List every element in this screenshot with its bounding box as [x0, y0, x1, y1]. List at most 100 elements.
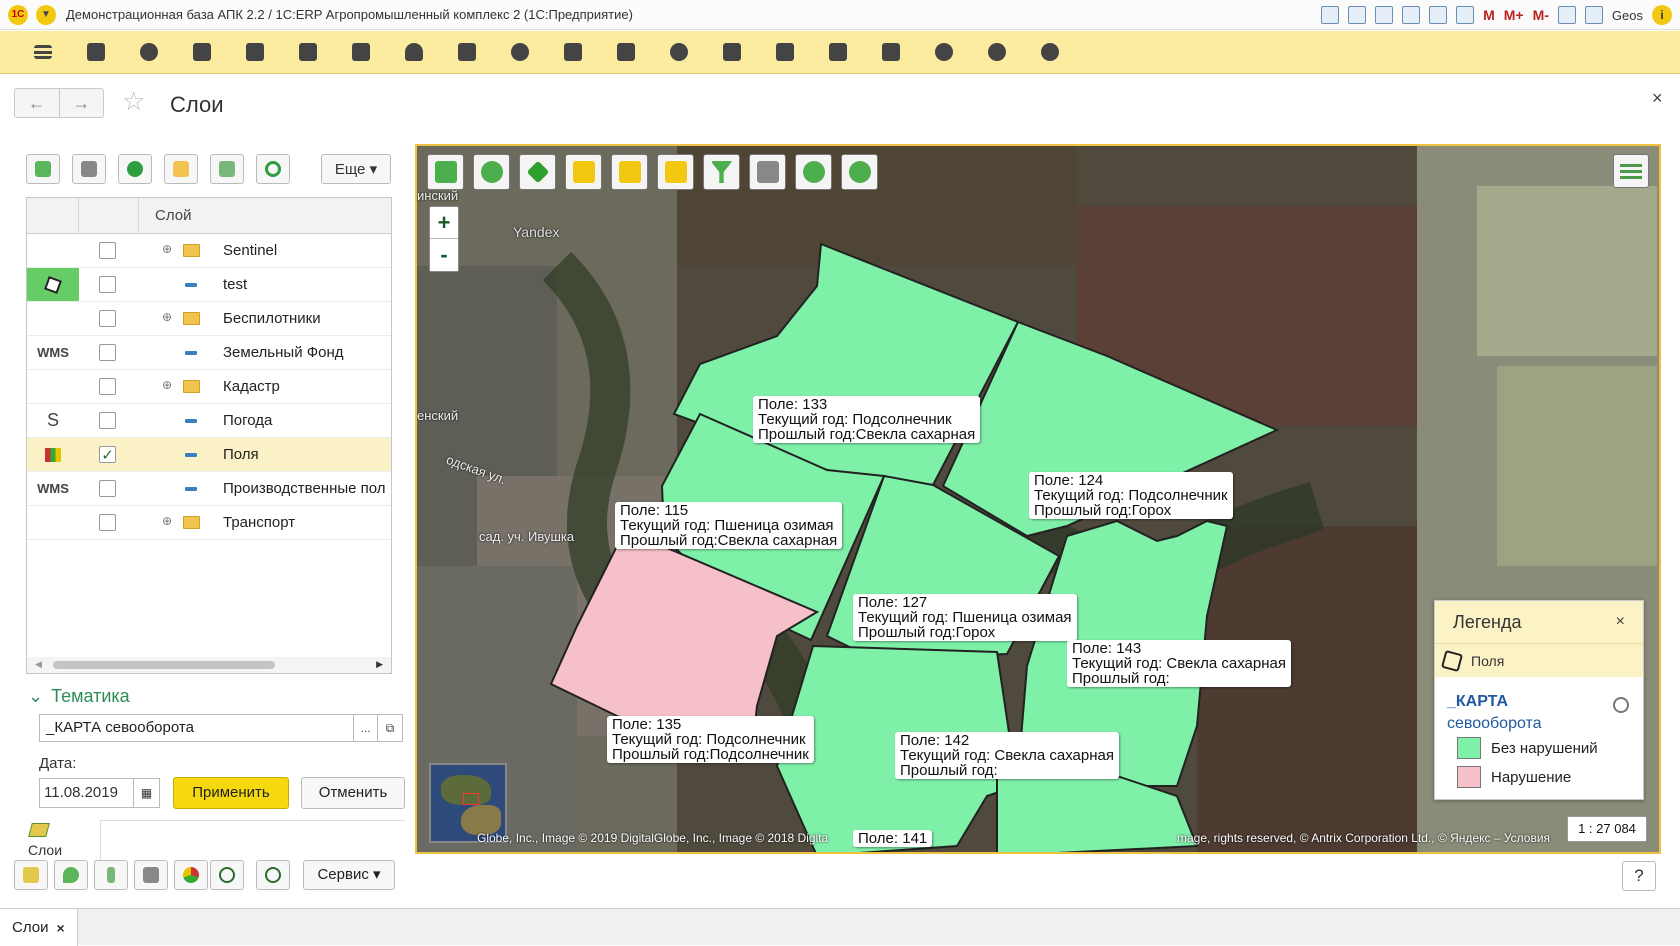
tracks-tab-button[interactable]	[94, 860, 128, 890]
expand-icon[interactable]: ⊕	[161, 311, 173, 324]
row-checkbox[interactable]	[99, 514, 116, 531]
save-icon[interactable]	[1321, 6, 1340, 24]
tree-row[interactable]: ⊕ Беспилотники	[27, 302, 391, 336]
section-14[interactable]	[758, 32, 811, 72]
scroll-right-icon[interactable]: ▶	[376, 659, 383, 670]
window-icon[interactable]	[1584, 6, 1603, 24]
info-icon[interactable]: i	[1652, 5, 1672, 25]
tree-row[interactable]: ⊕ Кадастр	[27, 370, 391, 404]
back-arrow-icon[interactable]: ←	[15, 89, 60, 117]
date-field[interactable]: 11.08.2019	[39, 778, 134, 808]
zoom-in-button[interactable]: +	[430, 207, 458, 239]
export-button[interactable]	[210, 154, 244, 184]
calendar-icon[interactable]: ▦	[134, 778, 160, 808]
forward-arrow-icon[interactable]: →	[60, 89, 104, 117]
favorite-star-icon[interactable]: ☆	[122, 86, 145, 117]
attach-icon[interactable]	[1402, 6, 1421, 24]
more-button[interactable]: Еще ▾	[321, 154, 391, 184]
column-header-layer[interactable]: Слой	[139, 198, 191, 233]
tree-row[interactable]: ⊕ Sentinel	[27, 234, 391, 268]
measure-area-button[interactable]	[611, 154, 648, 190]
row-checkbox[interactable]	[99, 242, 116, 259]
pan-button[interactable]	[519, 154, 556, 190]
select-button[interactable]	[749, 154, 786, 190]
layers-tree[interactable]: Слой ⊕ Sentinel test ⊕ Беспилотники WMS	[26, 197, 392, 674]
section-13[interactable]	[705, 32, 758, 72]
search-button[interactable]	[210, 860, 244, 890]
tree-row[interactable]: WMS Производственные пол	[27, 472, 391, 506]
tree-row[interactable]: ⊕ Транспорт	[27, 506, 391, 540]
row-checkbox[interactable]	[99, 378, 116, 395]
close-tab-icon[interactable]: ×	[56, 920, 64, 936]
expand-icon[interactable]: ⊕	[161, 379, 173, 392]
layers-mini-panel[interactable]: Слои	[14, 820, 100, 864]
home-button[interactable]	[427, 154, 464, 190]
current-user[interactable]: Geos	[1612, 8, 1643, 23]
section-17[interactable]	[917, 32, 970, 72]
help-button[interactable]: ?	[1622, 861, 1656, 891]
expand-icon[interactable]: ⊕	[161, 243, 173, 256]
section-4[interactable]	[228, 32, 281, 72]
memory-m-button[interactable]: M	[1483, 7, 1495, 23]
zoom-out-button[interactable]: -	[430, 239, 458, 271]
memory-plus-button[interactable]: M+	[1504, 7, 1524, 23]
apply-button[interactable]: Применить	[173, 777, 289, 809]
section-6[interactable]	[334, 32, 387, 72]
row-checkbox[interactable]	[99, 480, 116, 497]
refresh-button[interactable]	[256, 154, 290, 184]
main-menu-icon[interactable]: ▼	[36, 4, 56, 25]
section-2[interactable]	[122, 32, 175, 72]
add-folder-button[interactable]	[164, 154, 198, 184]
section-10[interactable]	[546, 32, 599, 72]
scroll-thumb[interactable]	[53, 661, 275, 669]
copy-button[interactable]	[72, 154, 106, 184]
check-all-button[interactable]	[26, 154, 60, 184]
locate-button[interactable]	[795, 154, 832, 190]
target-button[interactable]	[256, 860, 290, 890]
menu-button[interactable]	[16, 32, 69, 72]
calculator-icon[interactable]	[1429, 6, 1448, 24]
layers-tab-button[interactable]	[14, 860, 48, 890]
section-5[interactable]	[281, 32, 334, 72]
row-checkbox[interactable]	[99, 344, 116, 361]
service-button[interactable]: Сервис ▾	[303, 860, 395, 890]
measure-length-button[interactable]	[565, 154, 602, 190]
upload-icon[interactable]	[1375, 6, 1394, 24]
close-form-button[interactable]: ×	[1652, 88, 1663, 109]
row-checkbox[interactable]	[99, 412, 116, 429]
memory-minus-button[interactable]: M-	[1533, 7, 1549, 23]
filter-layer-button[interactable]	[657, 154, 694, 190]
section-11[interactable]	[599, 32, 652, 72]
row-checkbox[interactable]	[99, 276, 116, 293]
filter-button[interactable]	[703, 154, 740, 190]
row-checkbox[interactable]	[99, 310, 116, 327]
map-view[interactable]: Yandex инский енский одская ул. сад. уч.…	[415, 144, 1661, 854]
analytics-tab-button[interactable]	[174, 860, 208, 890]
section-16[interactable]	[864, 32, 917, 72]
legend-theme[interactable]: _КАРТА севооборота	[1447, 691, 1542, 735]
cancel-button[interactable]: Отменить	[301, 777, 405, 809]
section-8[interactable]	[440, 32, 493, 72]
section-3[interactable]	[175, 32, 228, 72]
add-layer-button[interactable]	[118, 154, 152, 184]
tree-row[interactable]: test	[27, 268, 391, 302]
tree-row[interactable]: S Погода	[27, 404, 391, 438]
print-icon[interactable]	[1348, 6, 1367, 24]
section-7[interactable]	[387, 32, 440, 72]
route-button[interactable]	[841, 154, 878, 190]
horizontal-scrollbar[interactable]: ◀ ▶	[27, 657, 391, 673]
tab-layers[interactable]: Слои ×	[0, 909, 78, 946]
expand-icon[interactable]: ⊕	[161, 515, 173, 528]
section-18[interactable]	[970, 32, 1023, 72]
theme-settings-icon[interactable]	[1613, 697, 1629, 713]
scroll-left-icon[interactable]: ◀	[35, 659, 42, 670]
zoom-icon[interactable]	[1557, 6, 1576, 24]
section-19[interactable]	[1023, 32, 1076, 72]
tree-row[interactable]: WMS Земельный Фонд	[27, 336, 391, 370]
section-15[interactable]	[811, 32, 864, 72]
thematic-field[interactable]: _КАРТА севооборота	[39, 714, 354, 742]
info-button[interactable]	[473, 154, 510, 190]
layers-list-button[interactable]	[1613, 154, 1649, 188]
app-logo-icon[interactable]: 1С	[8, 4, 28, 25]
vehicles-tab-button[interactable]	[134, 860, 168, 890]
